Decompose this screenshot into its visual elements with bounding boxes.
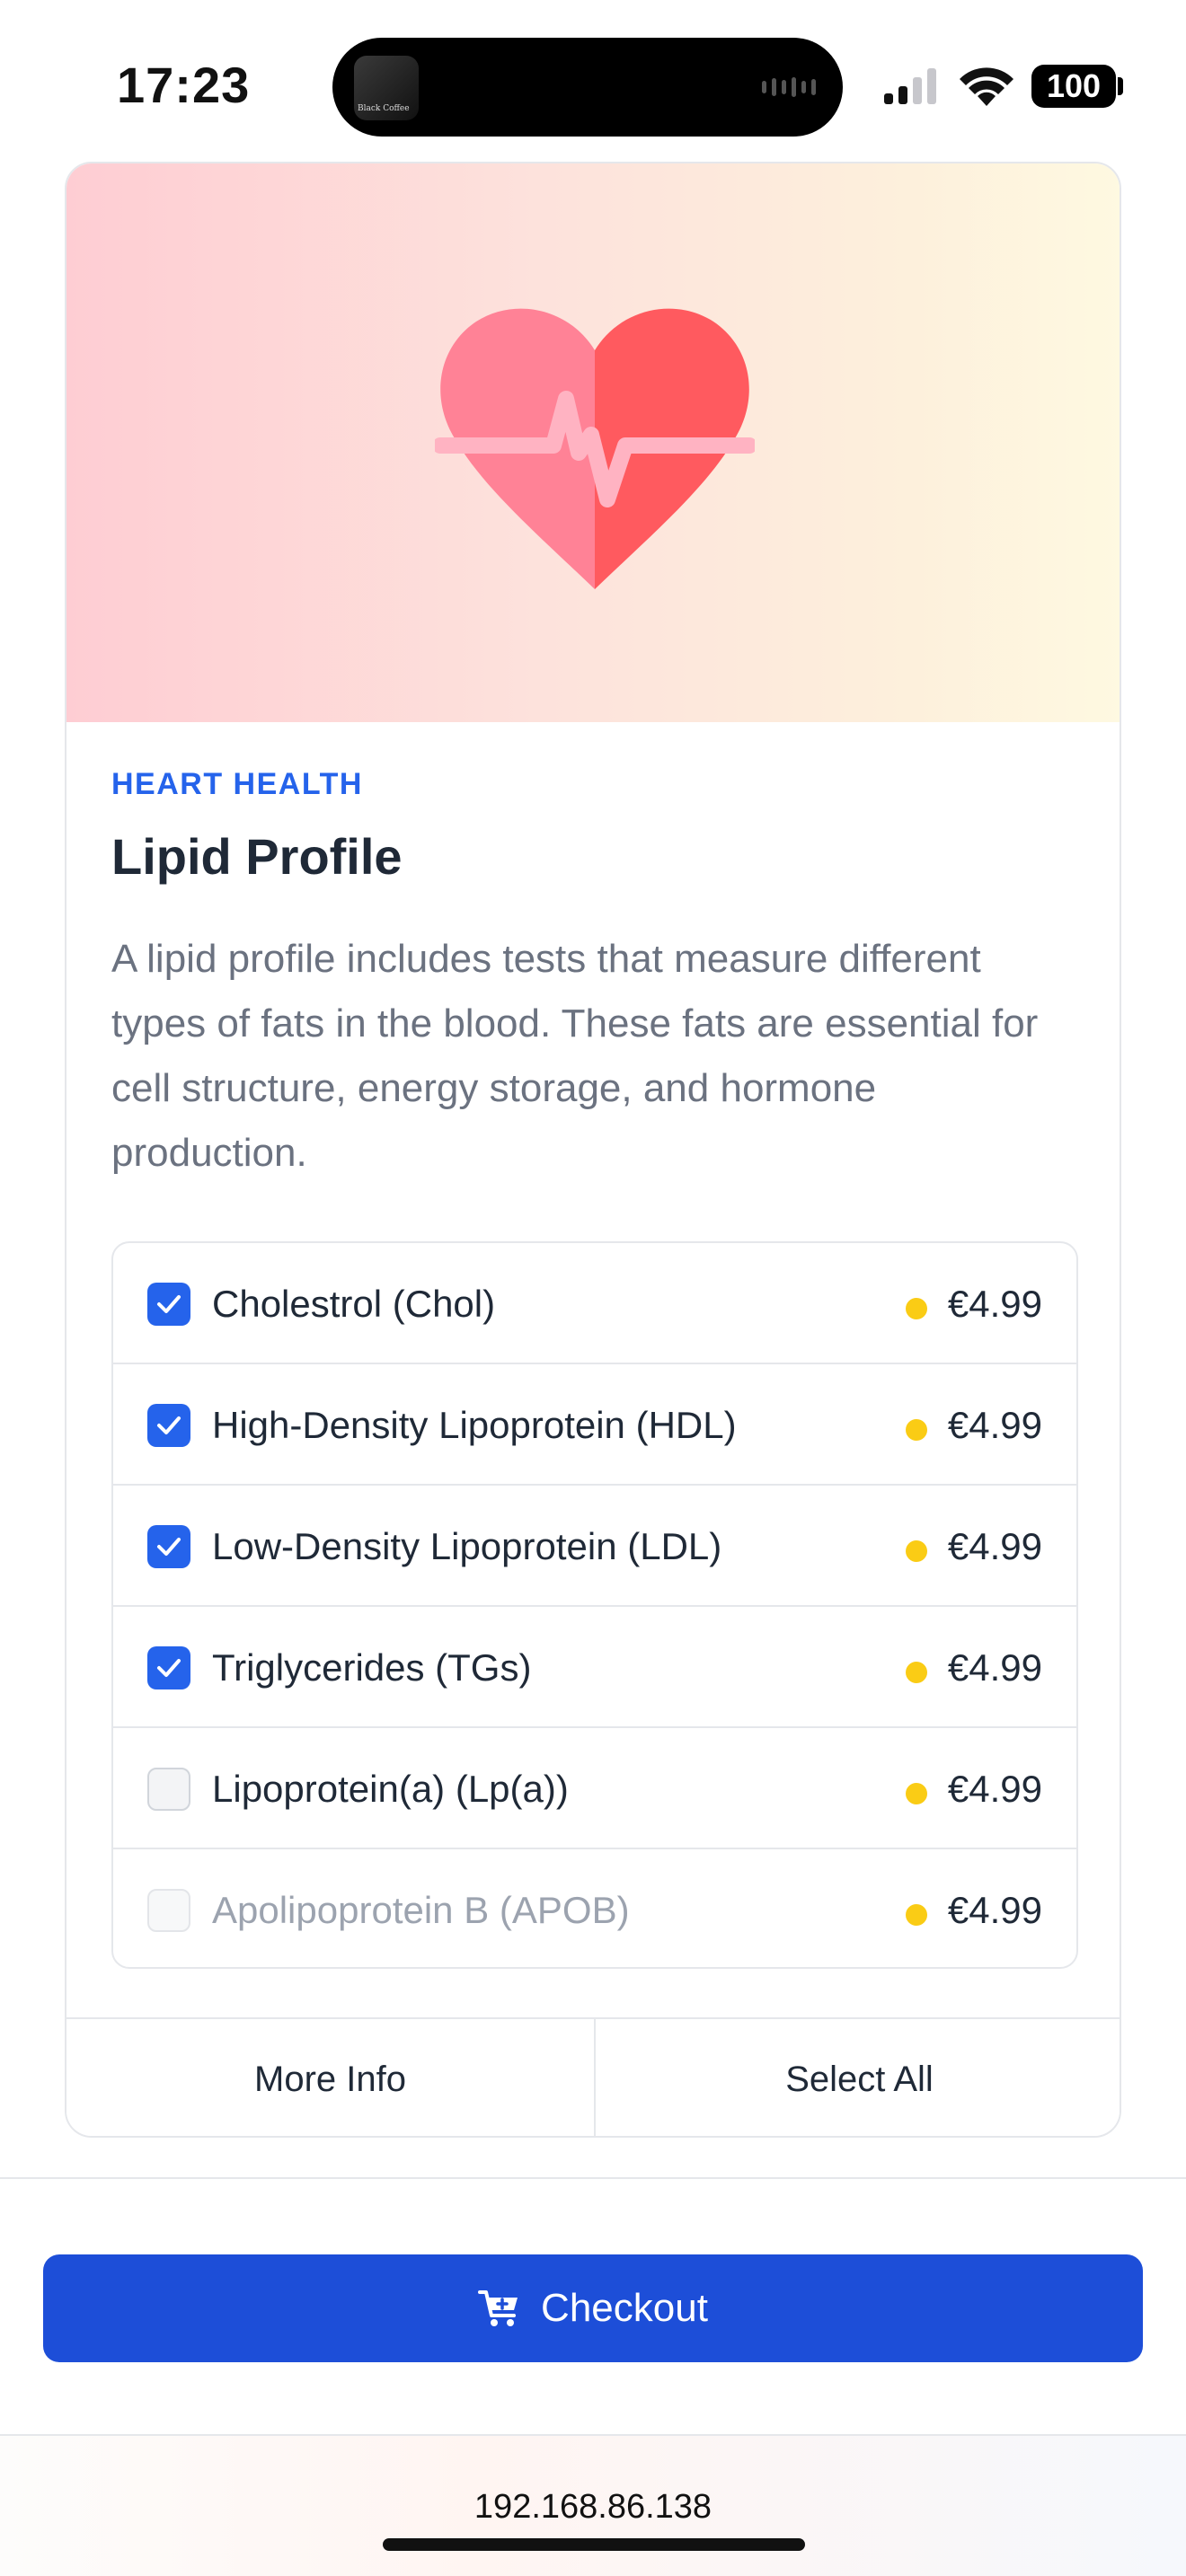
test-row[interactable]: Low-Density Lipoprotein (LDL) €4.99 [113,1486,1076,1607]
test-price: €4.99 [947,1889,1042,1931]
status-time: 17:23 [117,57,251,113]
test-row[interactable]: Apolipoprotein B (APOB) €4.99 [113,1849,1076,1967]
test-package-card: HEART HEALTH Lipid Profile A lipid profi… [65,162,1121,2138]
audio-waveform-icon [762,77,816,97]
divider [0,2177,1186,2179]
heart-pulse-icon [435,308,755,589]
test-row[interactable]: Lipoprotein(a) (Lp(a)) €4.99 [113,1728,1076,1849]
url-text[interactable]: 192.168.86.138 [0,2488,1186,2527]
test-name: Low-Density Lipoprotein (LDL) [212,1525,722,1567]
test-row[interactable]: High-Density Lipoprotein (HDL) €4.99 [113,1364,1076,1486]
battery-tip [1118,77,1123,95]
coin-icon [906,1783,927,1804]
test-name: Triglycerides (TGs) [212,1646,532,1689]
coin-icon [906,1662,927,1683]
browser-address-bar[interactable]: 192.168.86.138 [0,2434,1186,2576]
card-hero-banner [66,163,1120,722]
test-name: Apolipoprotein B (APOB) [212,1889,630,1931]
coin-icon [906,1540,927,1562]
test-checkbox[interactable] [147,1646,190,1689]
cart-icon [478,2290,518,2326]
checkout-label: Checkout [541,2286,708,2330]
now-playing-artwork-label: Black Coffee [358,104,410,113]
wifi-icon [960,67,1013,106]
test-price: €4.99 [947,1768,1042,1810]
dynamic-island[interactable]: Black Coffee [332,38,843,137]
test-row[interactable]: Triglycerides (TGs) €4.99 [113,1607,1076,1728]
test-price: €4.99 [947,1404,1042,1446]
test-name: Cholestrol (Chol) [212,1283,496,1325]
more-info-button[interactable]: More Info [66,2019,594,2136]
cellular-signal-icon [884,68,936,104]
test-row[interactable]: Cholestrol (Chol) €4.99 [113,1243,1076,1364]
card-footer: More Info Select All [66,2017,1120,2136]
coin-icon [906,1419,927,1441]
coin-icon [906,1298,927,1319]
test-checkbox[interactable] [147,1525,190,1568]
test-name: Lipoprotein(a) (Lp(a)) [212,1768,569,1810]
battery-indicator: 100 [1031,65,1116,108]
select-all-button[interactable]: Select All [594,2019,1120,2136]
status-bar: 17:23 Black Coffee 100 [0,0,1186,162]
category-label: HEART HEALTH [111,767,363,801]
checkout-button[interactable]: Checkout [43,2254,1143,2362]
test-checkbox[interactable] [147,1889,190,1932]
now-playing-artwork: Black Coffee [354,56,419,120]
home-indicator[interactable] [383,2538,805,2551]
test-name: High-Density Lipoprotein (HDL) [212,1404,737,1446]
test-price: €4.99 [947,1646,1042,1689]
card-title: Lipid Profile [111,828,403,885]
test-checkbox[interactable] [147,1283,190,1326]
test-checkbox[interactable] [147,1404,190,1447]
card-body: HEART HEALTH Lipid Profile A lipid profi… [111,767,1082,1186]
test-list: Cholestrol (Chol) €4.99 High-Density Lip… [111,1241,1078,1969]
coin-icon [906,1904,927,1926]
test-price: €4.99 [947,1525,1042,1567]
card-description: A lipid profile includes tests that meas… [111,937,1039,1175]
test-price: €4.99 [947,1283,1042,1325]
test-checkbox[interactable] [147,1768,190,1811]
